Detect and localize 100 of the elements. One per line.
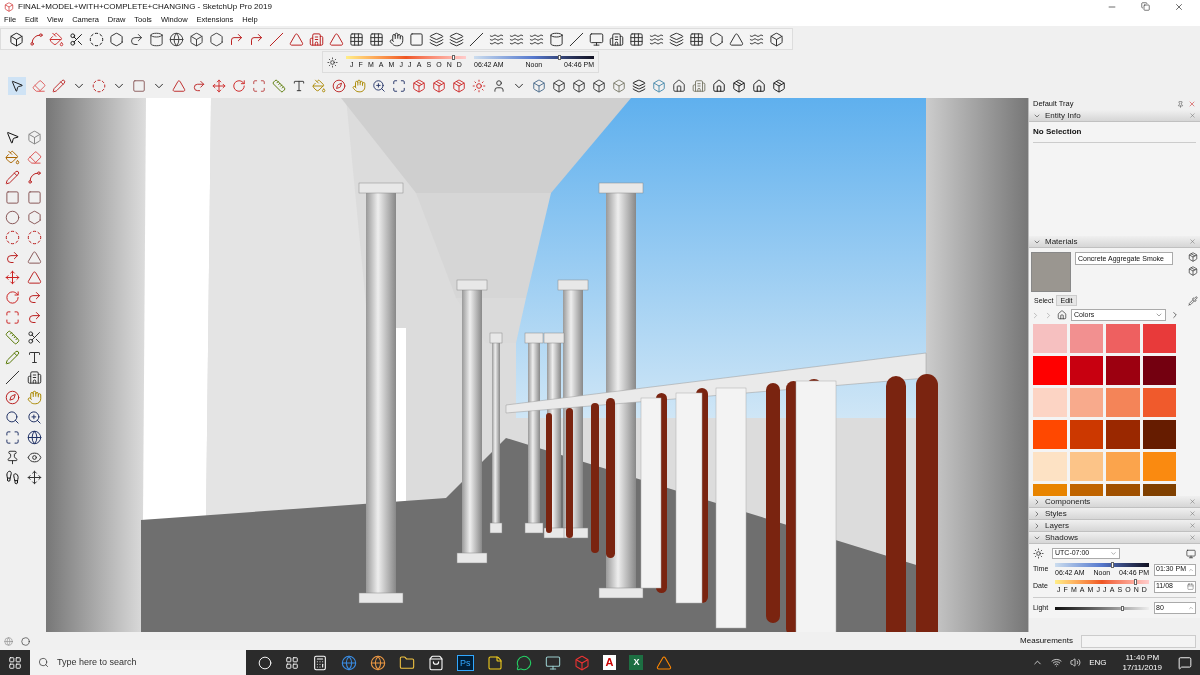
home-icon[interactable]	[1057, 310, 1067, 320]
scale-icon[interactable]	[252, 79, 266, 93]
cube-icon[interactable]	[9, 31, 24, 47]
cube-icon[interactable]	[769, 31, 784, 47]
clock-time[interactable]: 11:40 PM	[1125, 652, 1160, 663]
color-swatch[interactable]	[1069, 420, 1103, 449]
pointer-icon[interactable]	[10, 79, 24, 93]
triangle-icon[interactable]	[729, 31, 744, 47]
line-icon[interactable]	[269, 31, 284, 47]
footprints-icon[interactable]	[4, 470, 20, 485]
globe-icon[interactable]	[169, 31, 184, 47]
tape-measure-icon[interactable]	[272, 79, 286, 93]
grid-icon[interactable]	[349, 31, 364, 47]
cylinder-icon[interactable]	[549, 31, 564, 47]
layers-icon[interactable]	[632, 79, 646, 93]
color-swatch[interactable]	[1033, 452, 1067, 481]
zoom-extents-icon[interactable]	[4, 430, 20, 445]
grid-icon[interactable]	[369, 31, 384, 47]
monitor-icon[interactable]	[544, 654, 561, 671]
rectangle-icon[interactable]	[4, 190, 20, 205]
zoom-icon[interactable]	[372, 79, 386, 93]
zoom-window-icon[interactable]	[26, 410, 42, 425]
close-icon[interactable]	[1174, 1, 1184, 12]
paint-bucket-icon[interactable]	[312, 79, 326, 93]
zoom-icon[interactable]	[4, 410, 20, 425]
house-icon[interactable]	[752, 79, 766, 93]
panel-header[interactable]: Materials	[1029, 236, 1200, 248]
package-icon[interactable]	[732, 79, 746, 93]
panel-header[interactable]: Components	[1029, 496, 1200, 508]
slider-thumb[interactable]	[452, 55, 455, 60]
measurements-field[interactable]	[1081, 634, 1196, 648]
arc-icon[interactable]	[26, 230, 42, 245]
color-swatch[interactable]	[1033, 420, 1067, 449]
autocad-app-icon[interactable]: A	[602, 655, 617, 670]
store-bag-icon[interactable]	[428, 654, 444, 671]
cube-icon[interactable]	[189, 31, 204, 47]
hand-icon[interactable]	[389, 31, 404, 47]
color-swatch[interactable]	[1069, 388, 1103, 417]
calculator-icon[interactable]	[312, 654, 328, 671]
building-icon[interactable]	[692, 79, 706, 93]
panel-header[interactable]: Entity Info	[1029, 110, 1200, 122]
slider-thumb[interactable]	[1120, 605, 1124, 611]
eraser-icon[interactable]	[32, 79, 46, 93]
cube-icon[interactable]	[572, 79, 586, 93]
paint-bucket-icon[interactable]	[4, 150, 20, 165]
pencil-icon[interactable]	[52, 79, 66, 93]
grid-icon[interactable]	[689, 31, 704, 47]
triangle-icon[interactable]	[329, 31, 344, 47]
sticky-note-icon[interactable]	[486, 654, 503, 671]
layers-icon[interactable]	[669, 31, 684, 47]
color-swatch[interactable]	[1142, 420, 1176, 449]
language-indicator[interactable]: ENG	[1089, 656, 1107, 669]
scale-icon[interactable]	[4, 310, 20, 325]
folder-icon[interactable]	[399, 654, 415, 671]
pencil-icon[interactable]	[4, 170, 20, 185]
chat-bubble-icon[interactable]	[515, 654, 532, 671]
color-swatch[interactable]	[1142, 324, 1176, 353]
restore-icon[interactable]	[1141, 1, 1150, 11]
rectangle-icon[interactable]	[132, 79, 146, 93]
paint-bucket-icon[interactable]	[49, 31, 64, 47]
slider-thumb[interactable]	[558, 55, 562, 60]
eye-icon[interactable]	[26, 450, 42, 465]
triangle-icon[interactable]	[289, 31, 304, 47]
eyedropper-icon[interactable]	[1188, 295, 1198, 306]
line-icon[interactable]	[569, 31, 584, 47]
user-icon[interactable]	[492, 79, 506, 93]
shadow-icon[interactable]	[1033, 548, 1044, 559]
slider-thumb[interactable]	[1133, 579, 1137, 585]
eraser-icon[interactable]	[26, 150, 42, 165]
house-icon[interactable]	[672, 79, 686, 93]
square-icon[interactable]	[409, 31, 424, 47]
panel-header[interactable]: Layers	[1029, 520, 1200, 532]
taskbar-search-field[interactable]: Type here to search	[30, 650, 246, 675]
curve-icon[interactable]	[26, 170, 42, 185]
layers-icon[interactable]	[429, 31, 444, 47]
corner-arrow-icon[interactable]	[249, 31, 264, 47]
building-icon[interactable]	[609, 31, 624, 47]
color-swatch[interactable]	[1142, 452, 1176, 481]
color-swatch[interactable]	[1069, 356, 1103, 385]
panel-header[interactable]: Styles	[1029, 508, 1200, 520]
color-swatch[interactable]	[1142, 388, 1176, 417]
notifications-icon[interactable]	[1178, 655, 1192, 670]
details-icon[interactable]	[1170, 310, 1180, 320]
rotate-icon[interactable]	[4, 290, 20, 305]
color-swatch[interactable]	[1033, 356, 1067, 385]
color-swatch[interactable]	[1033, 388, 1067, 417]
browser-icon[interactable]	[370, 654, 386, 671]
color-swatch[interactable]	[1033, 324, 1067, 353]
move-icon[interactable]	[4, 270, 20, 285]
calendar-icon[interactable]	[1187, 583, 1194, 590]
pointer-icon[interactable]	[4, 130, 20, 145]
globe-icon[interactable]	[26, 430, 42, 445]
browser-icon[interactable]	[341, 654, 357, 671]
color-swatch[interactable]	[1106, 452, 1140, 481]
curved-arrow-icon[interactable]	[4, 250, 20, 265]
monitor-icon[interactable]	[589, 31, 604, 47]
cube-icon[interactable]	[552, 79, 566, 93]
zoom-extents-icon[interactable]	[392, 79, 406, 93]
text-icon[interactable]	[26, 350, 42, 365]
hexagon-icon[interactable]	[709, 31, 724, 47]
